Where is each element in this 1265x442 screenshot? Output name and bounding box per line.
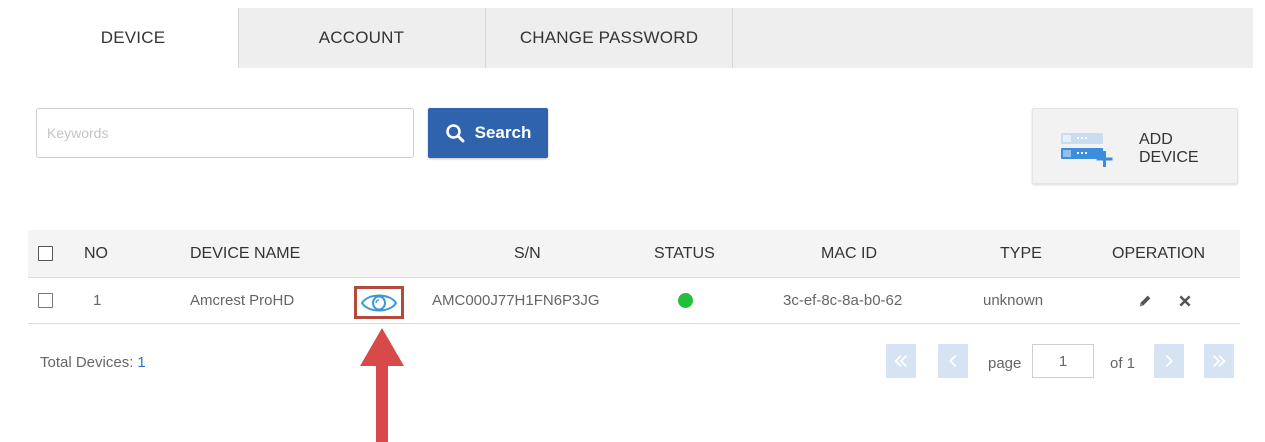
last-page-button[interactable]	[1204, 344, 1234, 378]
close-icon[interactable]	[1176, 292, 1194, 310]
row-select-cell	[38, 278, 53, 323]
tab-device[interactable]: DEVICE	[28, 8, 238, 68]
table-row: 1 Amcrest ProHD AMC000J77H1FN6P3JG 3c-ef…	[28, 278, 1240, 324]
column-header-device-name: DEVICE NAME	[190, 244, 301, 262]
eye-icon	[360, 294, 398, 311]
next-page-button[interactable]	[1154, 344, 1184, 378]
view-button[interactable]	[354, 286, 404, 319]
chevron-right-icon	[1165, 354, 1173, 368]
row-device-name: Amcrest ProHD	[190, 292, 295, 309]
prev-page-button[interactable]	[938, 344, 968, 378]
column-header-type: TYPE	[1000, 244, 1042, 262]
row-mac-id: 3c-ef-8c-8a-b0-62	[783, 292, 903, 309]
add-device-label: ADD DEVICE	[1139, 131, 1199, 166]
select-all-checkbox[interactable]	[38, 246, 53, 261]
search-icon	[445, 124, 465, 143]
first-page-button[interactable]	[886, 344, 916, 378]
row-status	[678, 278, 693, 323]
row-sn: AMC000J77H1FN6P3JG	[432, 292, 600, 309]
double-chevron-left-icon	[894, 354, 908, 368]
row-type: unknown	[983, 292, 1044, 309]
tab-account[interactable]: ACCOUNT	[238, 8, 486, 68]
page-total-label: of 1	[1110, 355, 1136, 372]
row-checkbox[interactable]	[38, 293, 53, 308]
total-devices-count: 1	[137, 354, 146, 371]
tab-bar: DEVICE ACCOUNT CHANGE PASSWORD	[0, 0, 1265, 68]
column-header-operation: OPERATION	[1112, 244, 1206, 262]
table-header: NO DEVICE NAME S/N STATUS MAC ID TYPE OP…	[28, 230, 1240, 278]
search-input[interactable]	[36, 108, 414, 158]
page-number-input[interactable]	[1032, 344, 1094, 378]
column-header-mac-id: MAC ID	[821, 244, 877, 262]
column-header-sn: S/N	[514, 244, 541, 262]
chevron-left-icon	[949, 354, 957, 368]
column-header-no: NO	[84, 244, 108, 262]
add-device-icon	[1061, 133, 1113, 167]
search-button[interactable]: Search	[428, 108, 548, 158]
tab-change-password[interactable]: CHANGE PASSWORD	[486, 8, 733, 68]
row-no: 1	[93, 292, 102, 309]
page-label: page	[988, 355, 1022, 372]
select-all-cell	[38, 230, 53, 277]
status-online-dot	[678, 293, 693, 308]
annotation-arrow	[360, 328, 404, 442]
add-device-button[interactable]: ADD DEVICE	[1032, 108, 1238, 184]
column-header-status: STATUS	[654, 244, 715, 262]
row-operations	[1136, 278, 1194, 323]
total-devices-label: Total Devices:	[40, 354, 134, 371]
total-devices: Total Devices: 1	[40, 354, 146, 371]
pencil-icon[interactable]	[1136, 292, 1154, 310]
search-button-label: Search	[474, 123, 532, 142]
double-chevron-right-icon	[1212, 354, 1226, 368]
